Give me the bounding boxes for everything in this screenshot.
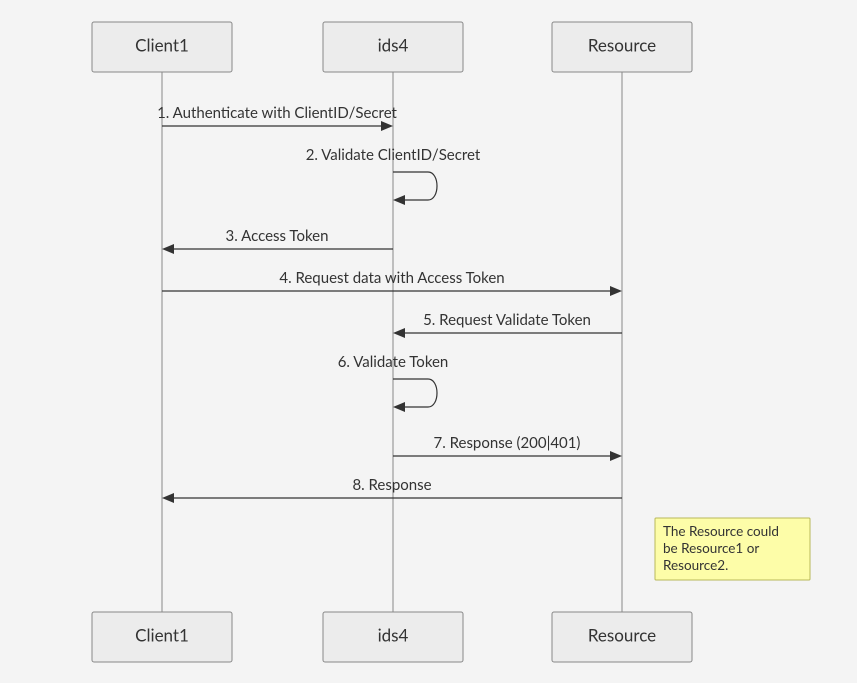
participant-resource-bottom: Resource	[552, 612, 692, 662]
msg-label: 5. Request Validate Token	[423, 311, 591, 329]
msg-label: 4. Request data with Access Token	[279, 269, 504, 287]
msg-response: 8. Response	[162, 476, 622, 503]
note-line: The Resource could	[663, 523, 779, 539]
msg-label: 8. Response	[352, 476, 431, 494]
msg-label: 6. Validate Token	[338, 353, 449, 371]
participant-client1-bottom: Client1	[92, 612, 232, 662]
note-resource: The Resource could be Resource1 or Resou…	[655, 518, 810, 580]
msg-label: 3. Access Token	[226, 227, 329, 245]
msg-label: 1. Authenticate with ClientID/Secret	[157, 104, 397, 122]
msg-label: 2. Validate ClientID/Secret	[306, 146, 481, 164]
msg-request-validate-token: 5. Request Validate Token	[393, 311, 622, 338]
participant-ids4-bottom: ids4	[323, 612, 463, 662]
participant-label: Resource	[588, 34, 656, 55]
participant-label: Resource	[588, 624, 656, 645]
msg-access-token: 3. Access Token	[162, 227, 393, 254]
note-line: be Resource1 or	[663, 540, 759, 556]
participant-label: Client1	[135, 34, 189, 55]
msg-label: 7. Response (200|401)	[434, 434, 581, 452]
participant-label: ids4	[378, 34, 409, 55]
participant-ids4-top: ids4	[323, 22, 463, 72]
participant-label: Client1	[135, 624, 189, 645]
participant-label: ids4	[378, 624, 409, 645]
msg-request-data: 4. Request data with Access Token	[162, 269, 622, 296]
msg-response-status: 7. Response (200|401)	[393, 434, 622, 461]
msg-authenticate: 1. Authenticate with ClientID/Secret	[157, 104, 397, 131]
participant-client1-top: Client1	[92, 22, 232, 72]
sequence-diagram: Client1 ids4 Resource Client1 ids4 Resou…	[0, 0, 857, 683]
note-line: Resource2.	[663, 557, 728, 573]
participant-resource-top: Resource	[552, 22, 692, 72]
